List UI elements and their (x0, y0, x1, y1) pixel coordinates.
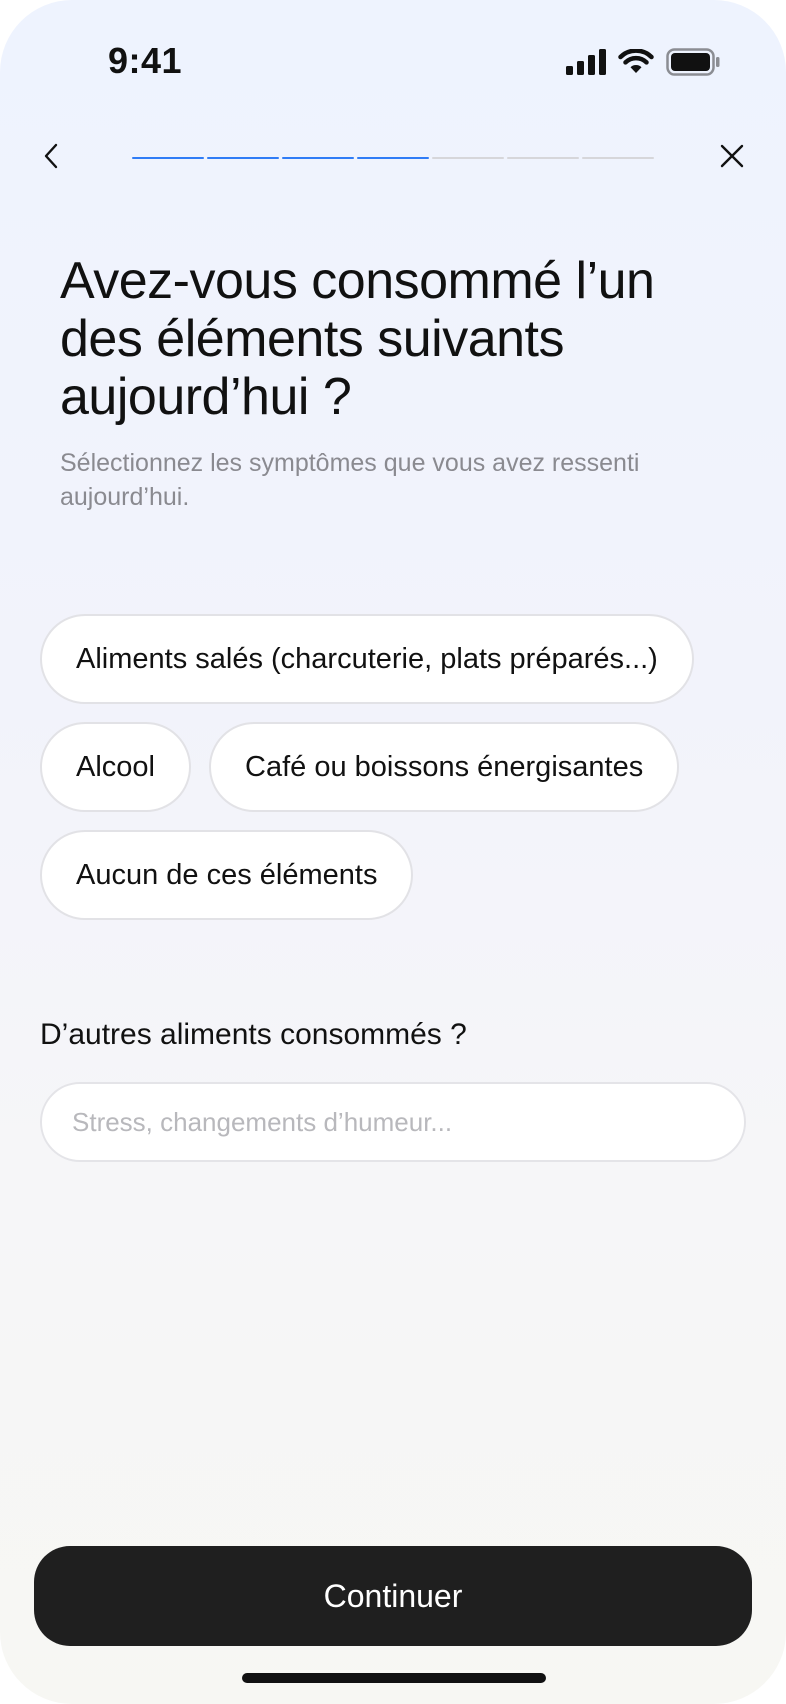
question-subtitle: Sélectionnez les symptômes que vous avez… (60, 449, 640, 511)
option-chips: Aliments salés (charcuterie, plats prépa… (40, 614, 760, 920)
battery-icon (666, 48, 720, 81)
close-button[interactable] (712, 138, 752, 178)
status-time: 9:41 (108, 40, 183, 81)
progress-segment (132, 157, 204, 159)
continue-button[interactable]: Continuer (34, 1546, 752, 1646)
other-foods-label: D’autres aliments consommés ? (40, 1018, 467, 1051)
screen: 9:41 Avez-vous consommé l’un des élément… (0, 0, 786, 1704)
close-icon (720, 144, 744, 173)
option-none[interactable]: Aucun de ces éléments (40, 830, 414, 920)
progress-segment (357, 157, 429, 159)
other-foods-input[interactable] (40, 1082, 746, 1162)
status-icons (566, 48, 720, 81)
cellular-signal-icon (566, 49, 606, 80)
question-title: Avez-vous consommé l’un des éléments sui… (60, 252, 655, 426)
progress-segment (207, 157, 279, 159)
back-button[interactable] (34, 138, 68, 178)
progress-bar (132, 157, 654, 159)
progress-segment (582, 157, 654, 159)
option-coffee-energy-drinks[interactable]: Café ou boissons énergisantes (209, 722, 680, 812)
progress-segment (282, 157, 354, 159)
option-salty-foods[interactable]: Aliments salés (charcuterie, plats prépa… (40, 614, 694, 704)
option-alcohol[interactable]: Alcool (40, 722, 191, 812)
chevron-left-icon (43, 143, 59, 174)
wifi-icon (618, 48, 654, 80)
progress-segment (507, 157, 579, 159)
home-indicator (242, 1673, 546, 1683)
progress-segment (432, 157, 504, 159)
